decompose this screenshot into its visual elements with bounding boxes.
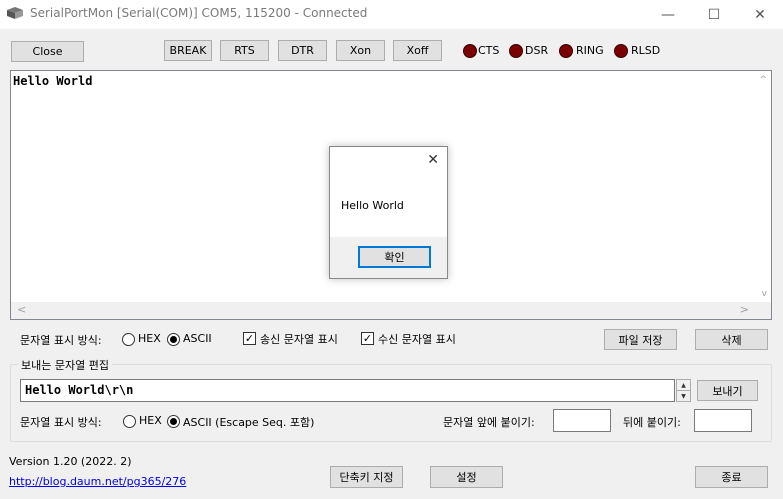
exit-button[interactable]: 종료 bbox=[695, 466, 768, 488]
spin-down-icon[interactable]: ▼ bbox=[677, 391, 690, 402]
send-ascii-label: ASCII (Escape Seq. 포함) bbox=[183, 416, 315, 429]
rts-button[interactable]: RTS bbox=[220, 40, 269, 61]
ring-label: RING bbox=[576, 44, 604, 57]
send-hex-label: HEX bbox=[139, 414, 162, 427]
display-ascii-label: ASCII bbox=[183, 332, 212, 345]
show-recv-checkbox[interactable]: ✓ bbox=[361, 332, 374, 345]
show-sent-label: 송신 문자열 표시 bbox=[260, 333, 338, 346]
send-group-title: 보내는 문자열 편집 bbox=[18, 357, 112, 373]
send-button[interactable]: 보내기 bbox=[697, 380, 758, 401]
cts-led-icon bbox=[463, 44, 477, 58]
dsr-led-icon bbox=[509, 44, 523, 58]
save-file-button[interactable]: 파일 저장 bbox=[604, 329, 677, 350]
xoff-button[interactable]: Xoff bbox=[393, 40, 442, 61]
dsr-label: DSR bbox=[525, 44, 549, 57]
show-recv-label: 수신 문자열 표시 bbox=[378, 333, 456, 346]
minimize-button[interactable]: — bbox=[645, 0, 691, 29]
close-port-button[interactable]: Close bbox=[11, 41, 84, 62]
send-hex-radio[interactable] bbox=[123, 415, 136, 428]
scroll-right-icon[interactable]: > bbox=[740, 303, 749, 316]
settings-button[interactable]: 설정 bbox=[430, 466, 503, 488]
send-ascii-radio[interactable] bbox=[167, 415, 180, 428]
window-close-button[interactable]: ✕ bbox=[737, 0, 783, 29]
version-label: Version 1.20 (2022. 2) bbox=[9, 455, 132, 468]
scroll-up-icon[interactable]: ^ bbox=[759, 75, 767, 85]
title-bar: SerialPortMon [Serial(COM)] COM5, 115200… bbox=[0, 0, 783, 29]
dialog-message: Hello World bbox=[341, 199, 404, 212]
ring-led-icon bbox=[559, 44, 573, 58]
xon-button[interactable]: Xon bbox=[336, 40, 385, 61]
display-format-label: 문자열 표시 방식: bbox=[20, 334, 102, 347]
show-sent-checkbox[interactable]: ✓ bbox=[243, 332, 256, 345]
prefix-label: 문자열 앞에 붙이기: bbox=[443, 416, 535, 429]
send-history-spinner[interactable]: ▲ ▼ bbox=[676, 379, 691, 402]
scroll-left-icon[interactable]: < bbox=[17, 303, 26, 316]
cts-label: CTS bbox=[478, 44, 500, 57]
break-button[interactable]: BREAK bbox=[164, 40, 212, 61]
dialog-footer: 확인 bbox=[330, 237, 447, 278]
received-text: Hello World bbox=[13, 74, 93, 88]
prefix-input[interactable] bbox=[553, 409, 611, 432]
suffix-label: 뒤에 붙이기: bbox=[623, 416, 681, 429]
display-ascii-radio[interactable] bbox=[167, 333, 180, 346]
app-icon bbox=[7, 7, 23, 19]
display-hex-label: HEX bbox=[138, 332, 161, 345]
horizontal-scrollbar[interactable]: < > bbox=[11, 302, 771, 319]
display-hex-radio[interactable] bbox=[122, 333, 135, 346]
send-group-box bbox=[10, 364, 772, 442]
blog-link[interactable]: http://blog.daum.net/pg365/276 bbox=[9, 475, 186, 488]
rlsd-label: RLSD bbox=[631, 44, 661, 57]
suffix-input[interactable] bbox=[694, 409, 752, 432]
spin-up-icon[interactable]: ▲ bbox=[677, 380, 690, 391]
send-format-label: 문자열 표시 방식: bbox=[20, 416, 102, 429]
dtr-button[interactable]: DTR bbox=[278, 40, 327, 61]
rlsd-led-icon bbox=[614, 44, 628, 58]
maximize-button[interactable]: ☐ bbox=[691, 0, 737, 29]
delete-button[interactable]: 삭제 bbox=[695, 329, 768, 350]
message-dialog: ✕ Hello World 확인 bbox=[329, 146, 448, 279]
window-title: SerialPortMon [Serial(COM)] COM5, 115200… bbox=[30, 6, 368, 20]
shortcut-button[interactable]: 단축키 지정 bbox=[330, 466, 403, 488]
scroll-down-icon[interactable]: v bbox=[762, 289, 767, 299]
send-text-input[interactable]: Hello World\r\n bbox=[20, 379, 675, 402]
dialog-ok-button[interactable]: 확인 bbox=[358, 246, 431, 268]
dialog-close-icon[interactable]: ✕ bbox=[427, 152, 439, 168]
